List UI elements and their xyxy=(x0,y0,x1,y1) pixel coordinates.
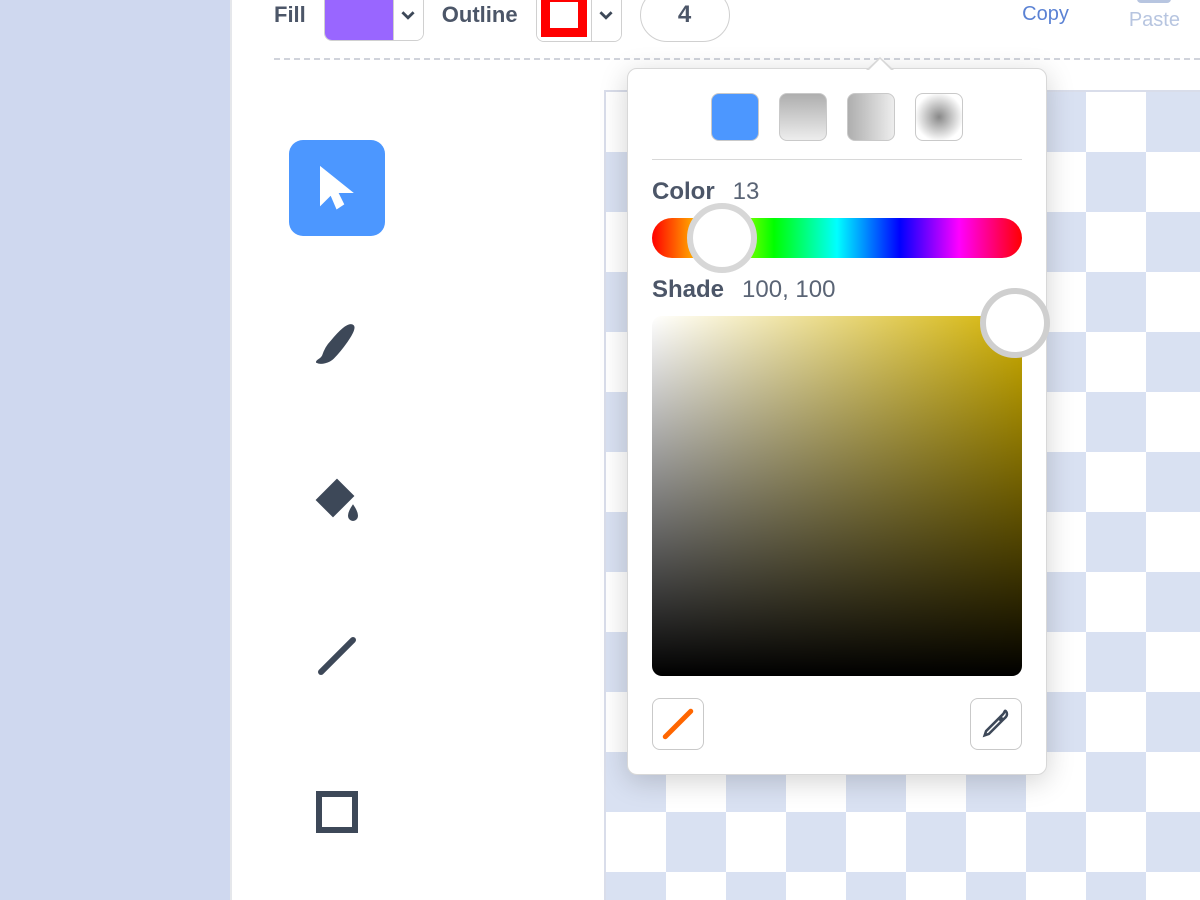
stroke-width-value: 4 xyxy=(678,1,691,29)
eyedropper-button[interactable] xyxy=(970,698,1022,750)
color-label: Color xyxy=(652,178,715,206)
color-picker-popup: Color 13 Shade 100, 100 xyxy=(627,68,1047,775)
fill-color-button[interactable] xyxy=(324,0,424,41)
paste-button[interactable]: Paste xyxy=(1129,0,1180,32)
toolbar-clipboard-group: Copy Paste xyxy=(1022,0,1180,32)
tool-palette xyxy=(289,140,389,860)
fill-label: Fill xyxy=(274,2,306,28)
select-tool[interactable] xyxy=(289,140,385,236)
shade-section: Shade 100, 100 xyxy=(628,258,1046,676)
paste-label: Paste xyxy=(1129,9,1180,32)
hue-section: Color 13 xyxy=(628,160,1046,258)
shade-label: Shade xyxy=(652,276,724,304)
line-tool[interactable] xyxy=(289,608,385,704)
outline-label: Outline xyxy=(442,2,518,28)
horizontal-gradient-mode[interactable] xyxy=(847,93,895,141)
fill-swatch[interactable] xyxy=(325,0,393,40)
vertical-gradient-mode[interactable] xyxy=(779,93,827,141)
paste-icon xyxy=(1137,0,1171,3)
copy-label: Copy xyxy=(1022,3,1069,26)
picker-footer xyxy=(628,676,1046,750)
fill-mode-row xyxy=(628,93,1046,159)
solid-fill-mode[interactable] xyxy=(711,93,759,141)
outline-color-button[interactable] xyxy=(536,0,622,42)
outline-dropdown-icon[interactable] xyxy=(591,0,621,41)
top-toolbar: Fill Outline 4 Copy Paste xyxy=(274,0,1200,55)
shade-picker-handle[interactable] xyxy=(980,288,1050,358)
fill-tool[interactable] xyxy=(289,452,385,548)
radial-gradient-mode[interactable] xyxy=(915,93,963,141)
editor-main: Fill Outline 4 Copy Paste xyxy=(234,0,1200,900)
hue-slider[interactable] xyxy=(652,218,1022,258)
toolbar-divider xyxy=(274,58,1200,60)
stroke-width-input[interactable]: 4 xyxy=(640,0,730,42)
fill-dropdown-icon[interactable] xyxy=(393,0,423,40)
copy-button[interactable]: Copy xyxy=(1022,0,1069,32)
brush-tool[interactable] xyxy=(289,296,385,392)
left-sidebar-panel xyxy=(0,0,232,900)
shade-picker[interactable] xyxy=(652,316,1022,676)
outline-swatch[interactable] xyxy=(537,0,591,41)
rectangle-tool[interactable] xyxy=(289,764,385,860)
hue-slider-handle[interactable] xyxy=(687,203,757,273)
no-color-button[interactable] xyxy=(652,698,704,750)
color-value: 13 xyxy=(733,178,760,206)
shade-value: 100, 100 xyxy=(742,276,835,304)
